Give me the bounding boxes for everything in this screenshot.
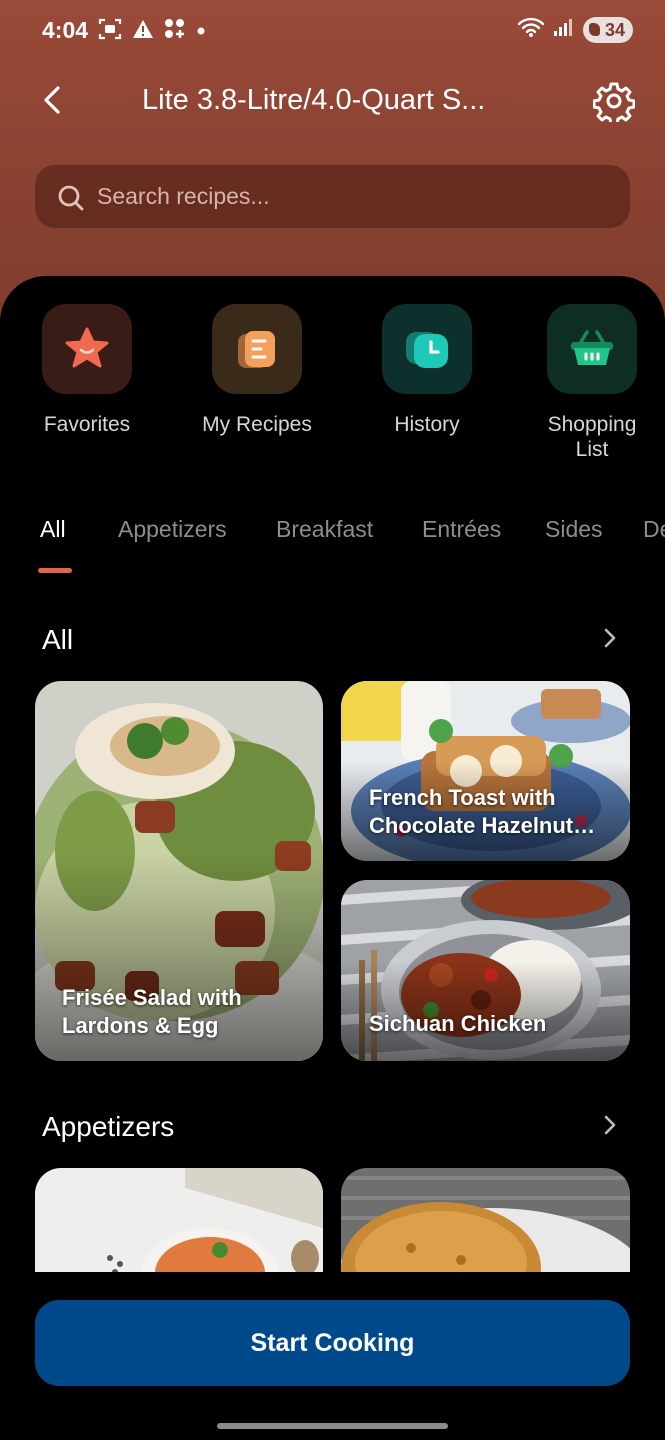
category-tabs: All Appetizers Breakfast Entrées Sides D… <box>0 510 665 580</box>
wifi-icon <box>517 16 545 43</box>
my-recipes-button[interactable]: My Recipes <box>182 304 332 437</box>
favorites-label: Favorites <box>43 413 131 436</box>
search-bar[interactable] <box>35 165 630 228</box>
history-tile <box>382 304 472 394</box>
status-bar: 4:04 34 <box>0 0 665 62</box>
recipe-title: Frisée Salad with Lardons & Egg <box>62 985 242 1038</box>
recipe-card[interactable]: French Toast with Chocolate Hazelnut… <box>341 681 630 861</box>
star-icon <box>65 327 109 368</box>
tab-desserts[interactable]: De <box>643 516 665 543</box>
recipe-card[interactable]: Frisée Salad with Lardons & Egg <box>35 681 323 1061</box>
back-button[interactable] <box>32 78 76 122</box>
section-title-all: All <box>42 624 74 655</box>
basket-icon <box>571 330 613 365</box>
gear-icon <box>592 82 636 126</box>
active-tab-indicator <box>38 568 72 573</box>
section-title-appetizers: Appetizers <box>42 1111 175 1142</box>
recipe-title: French Toast with Chocolate Hazelnut… <box>369 785 596 838</box>
my-recipes-tile <box>212 304 302 394</box>
dot-icon <box>196 23 206 41</box>
search-icon <box>58 185 84 211</box>
status-time: 4:04 <box>42 17 89 43</box>
tab-all[interactable]: All <box>40 516 66 543</box>
favorites-button[interactable]: Favorites <box>12 304 162 437</box>
search-input[interactable] <box>97 165 597 228</box>
home-indicator[interactable] <box>217 1423 448 1429</box>
status-notification-icons <box>98 18 206 45</box>
chevron-right-icon[interactable] <box>600 1111 620 1139</box>
tab-entrees[interactable]: Entrées <box>422 516 501 543</box>
battery-badge: 34 <box>582 16 633 43</box>
page-title: Lite 3.8-Litre/4.0-Quart S... <box>142 84 486 116</box>
recipe-card[interactable]: Sichuan Chicken <box>341 880 630 1061</box>
tab-appetizers[interactable]: Appetizers <box>118 516 227 543</box>
shopping-list-label: Shopping List <box>547 413 637 461</box>
shopping-list-tile <box>547 304 637 394</box>
screenshot-icon <box>98 18 122 45</box>
chevron-left-icon <box>44 86 60 114</box>
recipe-note-icon <box>238 331 275 368</box>
settings-button[interactable] <box>592 80 636 126</box>
clock-icon <box>406 332 448 368</box>
tab-breakfast[interactable]: Breakfast <box>276 516 373 543</box>
my-recipes-label: My Recipes <box>202 413 312 436</box>
status-system-icons: 34 <box>517 16 633 43</box>
warning-icon <box>132 19 154 44</box>
start-cooking-button[interactable]: Start Cooking <box>35 1300 630 1386</box>
tab-sides[interactable]: Sides <box>545 516 603 543</box>
shopping-list-button[interactable]: Shopping List <box>517 304 665 462</box>
app-grid-icon <box>164 18 186 45</box>
top-app-bar: Lite 3.8-Litre/4.0-Quart S... <box>0 72 665 132</box>
chevron-right-icon[interactable] <box>600 624 620 652</box>
recipe-title: Sichuan Chicken <box>369 1011 547 1036</box>
signal-icon <box>553 17 575 42</box>
history-button[interactable]: History <box>352 304 502 437</box>
favorites-tile <box>42 304 132 394</box>
history-label: History <box>394 413 460 436</box>
